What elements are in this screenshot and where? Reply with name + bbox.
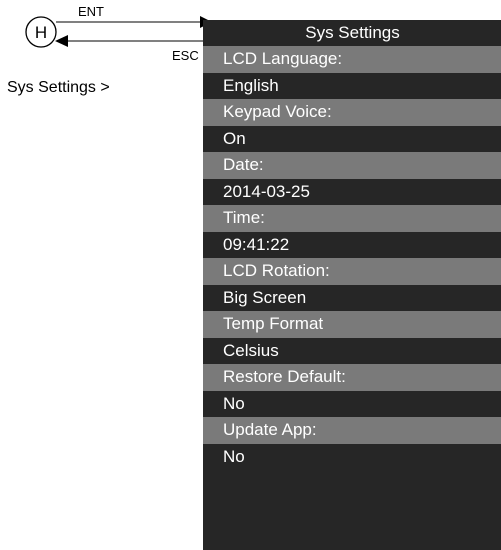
setting-value-date[interactable]: 2014-03-25 <box>203 178 501 205</box>
escape-arrow-head <box>55 35 68 47</box>
screen-title: Sys Settings <box>203 20 501 46</box>
setting-value-time[interactable]: 09:41:22 <box>203 231 501 258</box>
setting-label-restore-default: Restore Default: <box>203 364 501 391</box>
navigation-diagram: H ENT ESC <box>25 4 212 63</box>
setting-value-restore-default[interactable]: No <box>203 390 501 417</box>
setting-label-update-app: Update App: <box>203 417 501 444</box>
escape-label: ESC <box>172 48 199 63</box>
setting-label-time: Time: <box>203 205 501 232</box>
setting-label-lcd-rotation: LCD Rotation: <box>203 258 501 285</box>
setting-label-keypad-voice: Keypad Voice: <box>203 99 501 126</box>
enter-label: ENT <box>78 4 104 19</box>
setting-value-keypad-voice[interactable]: On <box>203 125 501 152</box>
setting-value-lcd-rotation[interactable]: Big Screen <box>203 284 501 311</box>
home-key-label: H <box>35 23 47 42</box>
lcd-screen: Sys Settings LCD Language: English Keypa… <box>203 20 501 550</box>
breadcrumb: Sys Settings > <box>7 79 110 96</box>
setting-value-update-app[interactable]: No <box>203 443 501 470</box>
setting-value-lcd-language[interactable]: English <box>203 72 501 99</box>
setting-value-temp-format[interactable]: Celsius <box>203 337 501 364</box>
setting-label-date: Date: <box>203 152 501 179</box>
setting-label-lcd-language: LCD Language: <box>203 46 501 73</box>
setting-label-temp-format: Temp Format <box>203 311 501 338</box>
